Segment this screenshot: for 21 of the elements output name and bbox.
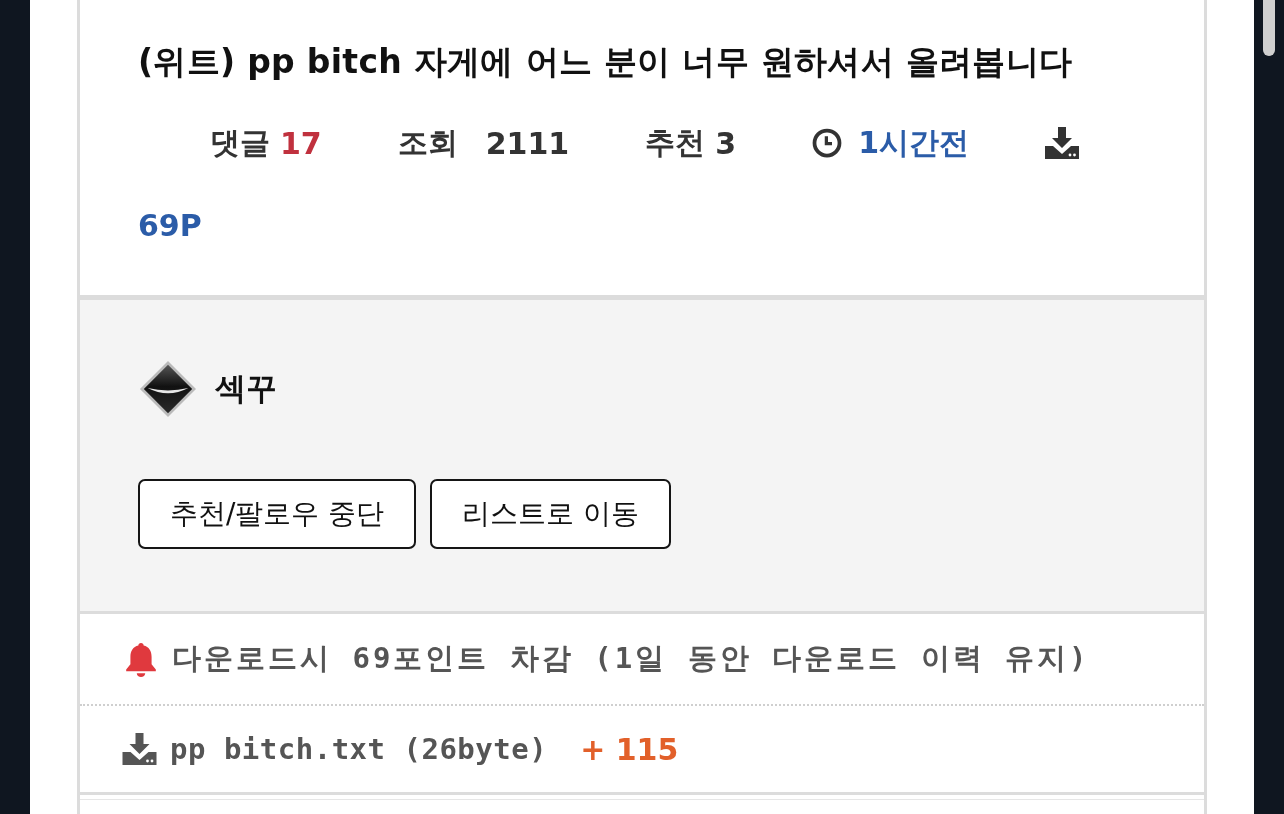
point-price: 69P — [138, 207, 202, 245]
diamond-icon — [138, 360, 198, 418]
post-title: (위트) pp bitch 자게에 어느 분이 너무 원하셔서 올려봅니다 — [138, 41, 1073, 83]
author-name: 섹꾸 — [215, 369, 277, 408]
action-button[interactable]: 리스트로 이동 — [430, 479, 672, 549]
bell-icon — [124, 641, 158, 677]
views-label: 조회 — [397, 123, 458, 162]
recommend-label: 추천 — [645, 123, 706, 162]
scrollbar-thumb[interactable] — [1263, 0, 1275, 56]
action-button[interactable]: 추천/팔로우 중단 — [138, 479, 417, 549]
download-count: + 115 — [580, 731, 679, 767]
attachment-link[interactable]: pp bitch.txt (26byte) — [170, 732, 548, 766]
download-icon[interactable] — [1045, 127, 1079, 159]
post-time: 1시간전 — [858, 123, 969, 162]
comments-label: 댓글 — [210, 123, 270, 162]
download-icon[interactable] — [122, 733, 157, 765]
comments-count: 17 — [280, 125, 322, 161]
recommend-count: 3 — [715, 125, 737, 161]
clock-icon — [812, 128, 843, 158]
download-notice: 다운로드시 69포인트 차감 (1일 동안 다운로드 이력 유지) — [172, 640, 1090, 677]
views-count: 2111 — [485, 125, 570, 161]
